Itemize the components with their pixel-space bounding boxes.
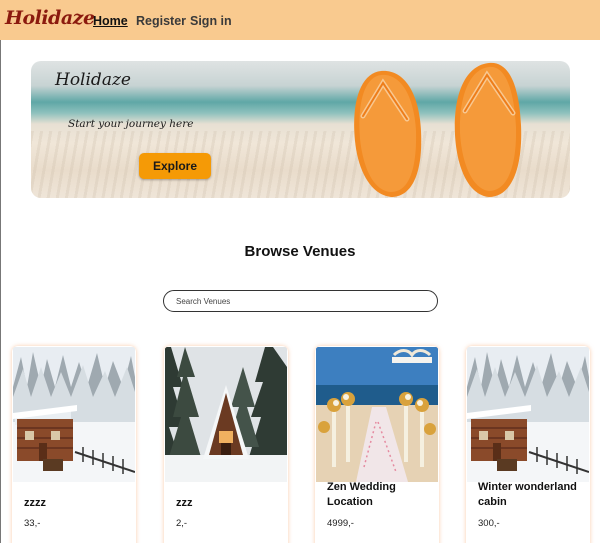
hero-tagline: Start your journey here — [68, 118, 194, 130]
venue-name: Winter wonderland cabin — [478, 481, 577, 508]
venue-name: Zen Wedding Location — [327, 481, 396, 508]
section-title: Browse Venues — [244, 243, 356, 260]
venue-card[interactable]: Winter wonderland cabin 300,- — [466, 346, 590, 543]
page-border — [0, 40, 1, 543]
venue-card[interactable]: Zen Wedding Location 4999,- — [315, 346, 439, 543]
venue-image[interactable] — [165, 347, 287, 482]
hero-brand: Holidaze — [55, 70, 131, 90]
nav-signin-link[interactable]: Sign in — [190, 14, 232, 28]
venue-card[interactable]: zzzz 33,- — [12, 346, 136, 543]
venue-image[interactable] — [467, 347, 589, 482]
venue-card[interactable]: zzz 2,- — [164, 346, 288, 543]
logo[interactable]: Holidaze — [5, 7, 95, 29]
navbar: Holidaze Home Register Sign in — [0, 0, 600, 40]
search-input[interactable] — [163, 290, 438, 312]
venue-image[interactable] — [316, 347, 438, 482]
left-flip-flop — [354, 70, 422, 197]
explore-button[interactable]: Explore — [139, 153, 211, 179]
nav-home-link[interactable]: Home — [93, 14, 128, 28]
venue-price: 300,- — [478, 518, 500, 529]
venue-image[interactable] — [13, 347, 135, 482]
venue-price: 4999,- — [327, 518, 354, 529]
venue-name: zzz — [176, 497, 193, 509]
venue-price: 2,- — [176, 518, 188, 529]
venue-name: zzzz — [24, 497, 46, 509]
right-flip-flop — [454, 62, 522, 197]
flip-flops-image — [354, 62, 522, 197]
hero-banner: Holidaze Start your journey here Explore — [31, 61, 570, 198]
venue-price: 33,- — [24, 518, 41, 529]
nav-register-link[interactable]: Register — [136, 14, 186, 28]
